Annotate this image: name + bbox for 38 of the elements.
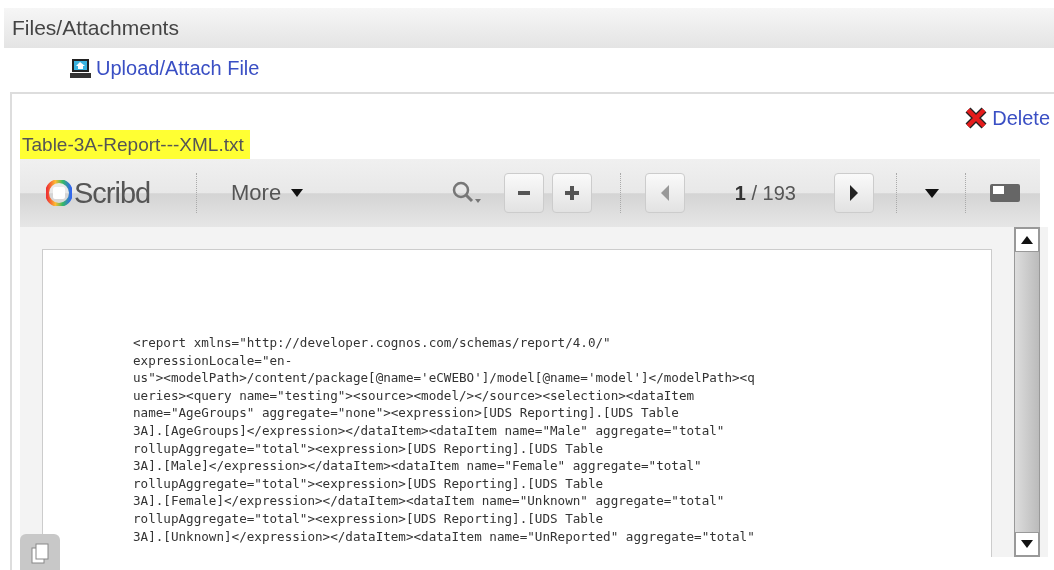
right-triangle-icon — [848, 185, 860, 201]
code-line: 3A].[Male]</expression></dataItem><dataItem name="Female" aggregate="total" — [133, 457, 703, 475]
section-header: Files/Attachments — [4, 8, 1054, 48]
delete-x-icon[interactable] — [964, 106, 989, 130]
scroll-up-button[interactable] — [1015, 228, 1039, 252]
plus-icon — [563, 185, 580, 201]
upload-attach-file-link[interactable]: Upload/Attach File — [96, 56, 260, 80]
code-line: name="AgeGroups" aggregate="none"><expression>[UDS Reporting].[UDS Table — [133, 404, 680, 422]
previous-page-button[interactable] — [644, 173, 685, 213]
zoom-in-button[interactable] — [551, 173, 592, 213]
code-line: 3A].[Unknown]</expression></dataItem><dataItem name="UnReported" aggregate="total" — [133, 527, 756, 546]
page-indicator: 1 / 193 — [734, 181, 796, 205]
computer-upload-icon[interactable] — [70, 57, 92, 79]
code-line: 3A].[Female]</expression></dataItem><dataItem name="Unknown" aggregate="total" — [133, 492, 726, 510]
zoom-out-button[interactable] — [503, 173, 544, 213]
scrollbar[interactable] — [1014, 227, 1040, 557]
code-line: <report xmlns="http://developer.cognos.com/schemas/report/4.0/" — [133, 334, 612, 352]
code-line: expressionLocale="en- — [133, 351, 294, 370]
more-menu-button[interactable]: More — [231, 180, 304, 206]
code-line: us"><modelPath>/content/package[@name='eCWEBO']/model[@name='model']</modelPath><q — [133, 369, 756, 387]
search-icon[interactable] — [451, 181, 482, 205]
code-line: rollupAggregate="total"><expression>[UDS Reporting].[UDS Table — [133, 509, 605, 528]
code-line: 3A].[AgeGroups]</expression></dataItem><dataItem name="Male" aggregate="total" — [133, 421, 726, 440]
scroll-down-button[interactable] — [1015, 532, 1039, 556]
file-name: Table-3A-Report---XML.txt — [20, 130, 250, 159]
logo-text: Scribd — [74, 176, 151, 210]
down-triangle-icon — [1021, 540, 1033, 548]
copy-icon — [30, 543, 50, 565]
code-line: rollupAggregate="total"><expression>[UDS Reporting].[UDS Table — [133, 439, 605, 458]
delete-link[interactable]: Delete — [992, 106, 1050, 130]
code-line: rollupAggregate="total"><expression>[UDS Reporting].[UDS Table — [133, 474, 605, 493]
up-triangle-icon — [1021, 236, 1033, 244]
code-line: ueries><query name="testing"><source><model/></source><selection><dataItem — [133, 386, 696, 405]
next-page-button[interactable] — [834, 173, 874, 213]
caret-icon[interactable] — [925, 188, 939, 198]
logo-icon — [46, 180, 72, 206]
caret-icon — [291, 189, 304, 197]
fullscreen-icon[interactable] — [990, 182, 1020, 204]
